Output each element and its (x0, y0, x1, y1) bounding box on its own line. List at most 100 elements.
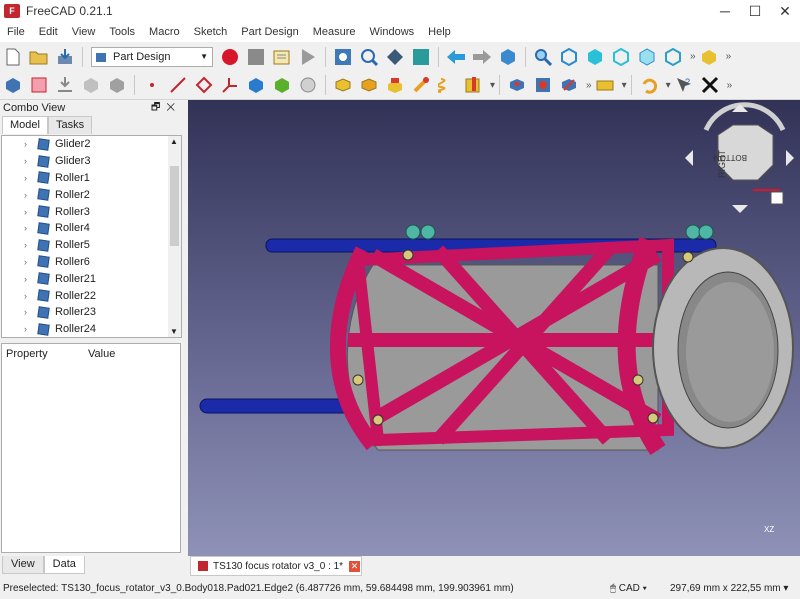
bounding-box-icon[interactable] (410, 46, 432, 68)
pad-icon[interactable] (332, 74, 354, 96)
toolbar-overflow-icon-2[interactable]: » (726, 51, 732, 62)
toolbar-overflow-icon-4[interactable]: » (727, 80, 733, 91)
menu-tools[interactable]: Tools (102, 26, 142, 38)
menu-file[interactable]: File (0, 26, 32, 38)
datum-plane-icon[interactable] (193, 74, 215, 96)
tree-item[interactable]: › Roller1 (2, 170, 181, 187)
scroll-down-icon[interactable]: ▼ (170, 327, 178, 336)
panel-float-close-icons[interactable]: 🗗✕ (151, 100, 181, 117)
tree-item[interactable]: › Glider2 (2, 136, 181, 153)
datum-line-icon[interactable] (167, 74, 189, 96)
menu-macro[interactable]: Macro (142, 26, 187, 38)
scroll-up-icon[interactable]: ▲ (170, 137, 178, 146)
close-window-button[interactable]: ✕ (770, 0, 800, 22)
datum-point-icon[interactable] (141, 74, 163, 96)
tree-item[interactable]: › Roller6 (2, 254, 181, 271)
create-sketch-icon[interactable] (28, 74, 50, 96)
right-view-icon[interactable] (636, 46, 658, 68)
expand-arrow-icon[interactable]: › (24, 240, 38, 250)
scroll-thumb[interactable] (170, 166, 179, 246)
model-render[interactable]: RIGHT BOTTOM XZ (188, 100, 800, 556)
tab-view[interactable]: View (2, 556, 44, 574)
model-tree[interactable]: › Glider2 › Glider3 › Roller1 › Roller2 › Rol… (1, 135, 182, 338)
expand-arrow-icon[interactable]: › (24, 207, 38, 217)
back-arrow-icon[interactable] (445, 46, 467, 68)
tree-item[interactable]: › Roller4 (2, 220, 181, 237)
stop-macro-icon[interactable] (245, 46, 267, 68)
clone-icon[interactable] (297, 74, 319, 96)
revolution-icon[interactable] (358, 74, 380, 96)
additive-primitive-icon[interactable] (462, 74, 484, 96)
new-document-icon[interactable] (2, 46, 24, 68)
pocket-icon[interactable] (506, 74, 528, 96)
navcube-left-arrow-icon[interactable] (685, 150, 693, 166)
validate-sketch-icon[interactable] (80, 74, 102, 96)
expand-arrow-icon[interactable]: › (24, 190, 38, 200)
shape-binder-icon[interactable] (245, 74, 267, 96)
fit-all-icon[interactable] (332, 46, 354, 68)
close-x-icon[interactable] (699, 74, 721, 96)
top-view-icon[interactable] (610, 46, 632, 68)
menu-help[interactable]: Help (421, 26, 458, 38)
measure-icon[interactable] (594, 74, 616, 96)
3d-viewport[interactable]: RIGHT BOTTOM XZ (188, 100, 800, 556)
edit-macro-icon[interactable] (271, 46, 293, 68)
fit-selection-icon[interactable] (358, 46, 380, 68)
navigation-style-selector[interactable]: 🖱 CAD ▾ (610, 583, 647, 594)
create-body-icon[interactable] (2, 74, 24, 96)
menu-windows[interactable]: Windows (363, 26, 422, 38)
forward-arrow-icon[interactable] (471, 46, 493, 68)
view-menu-cube-icon[interactable] (770, 191, 784, 205)
part-icon[interactable] (698, 46, 720, 68)
menu-part-design[interactable]: Part Design (234, 26, 305, 38)
expand-arrow-icon[interactable]: › (24, 291, 38, 301)
tree-item[interactable]: › Roller5 (2, 237, 181, 254)
tree-item[interactable]: › Roller21 (2, 270, 181, 287)
expand-arrow-icon[interactable]: › (24, 257, 38, 267)
check-geometry-icon[interactable] (106, 74, 128, 96)
expand-arrow-icon[interactable]: › (24, 139, 38, 149)
tree-item[interactable]: › Glider3 (2, 153, 181, 170)
tree-item[interactable]: › Roller23 (2, 304, 181, 321)
toolbar-overflow-icon[interactable]: » (690, 51, 696, 62)
menu-measure[interactable]: Measure (306, 26, 363, 38)
expand-arrow-icon[interactable]: › (24, 156, 38, 166)
undo-icon[interactable] (638, 74, 660, 96)
tree-scrollbar[interactable]: ▲ ▼ (168, 136, 181, 337)
dropdown-arrow-icon-2[interactable]: ▾ (622, 80, 627, 91)
expand-arrow-icon[interactable]: › (24, 324, 38, 334)
subshape-binder-icon[interactable] (271, 74, 293, 96)
isometric-view-icon[interactable] (558, 46, 580, 68)
dropdown-arrow-icon-3[interactable]: ▾ (666, 80, 671, 91)
menu-edit[interactable]: Edit (32, 26, 65, 38)
navcube-down-arrow-icon[interactable] (732, 205, 748, 213)
rear-view-icon[interactable] (662, 46, 684, 68)
dropdown-arrow-icon[interactable]: ▾ (490, 80, 495, 91)
open-folder-icon[interactable] (28, 46, 50, 68)
document-tab[interactable]: TS130 focus rotator v3_0 : 1* ✕ (190, 556, 362, 576)
toolbar-overflow-icon-3[interactable]: » (586, 80, 592, 91)
tree-item[interactable]: › Roller24 (2, 321, 181, 337)
maximize-button[interactable]: ☐ (740, 0, 770, 22)
navcube-right-arrow-icon[interactable] (786, 150, 794, 166)
front-view-icon[interactable] (584, 46, 606, 68)
workbench-selector[interactable]: Part Design ▼ (91, 46, 213, 67)
tab-model[interactable]: Model (2, 116, 48, 134)
tree-item[interactable]: › Roller22 (2, 287, 181, 304)
save-icon[interactable] (54, 46, 76, 68)
expand-arrow-icon[interactable]: › (24, 173, 38, 183)
local-cs-icon[interactable] (219, 74, 241, 96)
tree-item[interactable]: › Roller2 (2, 186, 181, 203)
expand-arrow-icon[interactable]: › (24, 274, 38, 284)
std-views-icon[interactable] (497, 46, 519, 68)
view-dimensions[interactable]: 297,69 mm x 222,55 mm ▾ (670, 583, 788, 594)
attach-sketch-icon[interactable] (54, 74, 76, 96)
record-macro-icon[interactable] (219, 46, 241, 68)
menu-view[interactable]: View (65, 26, 103, 38)
close-tab-icon[interactable]: ✕ (349, 560, 361, 572)
tab-data[interactable]: Data (43, 556, 85, 574)
expand-arrow-icon[interactable]: › (24, 307, 38, 317)
tree-item[interactable]: › Roller3 (2, 203, 181, 220)
hole-icon[interactable] (532, 74, 554, 96)
tab-tasks[interactable]: Tasks (47, 116, 93, 134)
